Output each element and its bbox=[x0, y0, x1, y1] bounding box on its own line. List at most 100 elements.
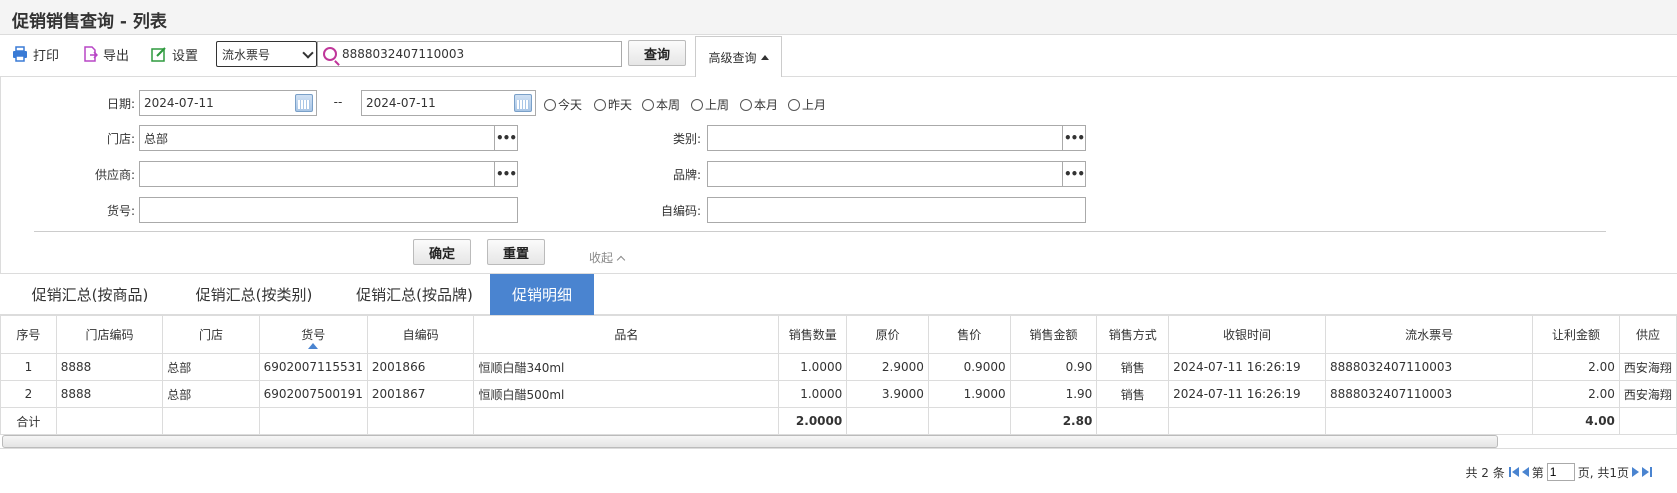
col-header-product-name[interactable]: 品名 bbox=[473, 315, 780, 354]
sort-asc-icon bbox=[308, 343, 319, 349]
more-button[interactable]: ••• bbox=[494, 126, 517, 150]
empty-cell bbox=[1324, 407, 1534, 435]
cell-qty: 1.0000 bbox=[778, 353, 848, 381]
settings-button[interactable]: 设置 bbox=[151, 44, 198, 64]
settings-label: 设置 bbox=[172, 48, 199, 64]
confirm-button[interactable]: 确定 bbox=[413, 239, 471, 265]
cell-supplier: 西安海翔 bbox=[1618, 353, 1677, 381]
col-header-item-no[interactable]: 货号 bbox=[258, 315, 368, 354]
tab-summary-by-brand[interactable]: 促销汇总(按品牌) bbox=[337, 274, 492, 315]
col-header-item-no-label: 货号 bbox=[301, 328, 326, 342]
col-header-sale-price[interactable]: 售价 bbox=[927, 315, 1011, 354]
radio-this-month[interactable]: 本月 bbox=[740, 96, 778, 113]
radio-last-week[interactable]: 上周 bbox=[691, 96, 729, 113]
page-number-input[interactable] bbox=[1546, 463, 1575, 481]
empty-cell bbox=[366, 407, 475, 435]
col-header-receipt-no[interactable]: 流水票号 bbox=[1324, 315, 1534, 354]
table-row[interactable]: 2 8888 总部 6902007500191 2001867 恒顺白醋500m… bbox=[0, 380, 1677, 408]
search-input[interactable]: 8888032407110003 bbox=[317, 41, 622, 67]
more-button[interactable]: ••• bbox=[1062, 126, 1085, 150]
brand-field[interactable]: ••• bbox=[707, 161, 1086, 187]
cell-item-no: 6902007500191 bbox=[258, 380, 368, 408]
cell-self-code: 2001867 bbox=[366, 380, 475, 408]
date-to-field[interactable]: 2024-07-11 bbox=[361, 90, 536, 116]
empty-cell bbox=[846, 407, 929, 435]
tab-summary-by-product[interactable]: 促销汇总(按商品) bbox=[12, 274, 168, 315]
data-table: 序号 门店编码 门店 货号 自编码 品名 销售数量 原价 售价 销售金额 销售方… bbox=[0, 315, 1677, 435]
brand-label: 品牌: bbox=[672, 168, 701, 182]
last-page-icon[interactable] bbox=[1642, 467, 1652, 477]
calendar-icon[interactable] bbox=[514, 94, 532, 112]
col-header-index[interactable]: 序号 bbox=[0, 315, 57, 354]
search-field-selected: 流水票号 bbox=[222, 47, 271, 62]
filter-divider bbox=[34, 231, 1606, 232]
date-from-field[interactable]: 2024-07-11 bbox=[139, 90, 317, 116]
reset-button[interactable]: 重置 bbox=[487, 239, 545, 265]
edit-settings-icon bbox=[151, 47, 166, 62]
col-header-orig-price[interactable]: 原价 bbox=[846, 315, 929, 354]
more-button[interactable]: ••• bbox=[1062, 162, 1085, 186]
advanced-query-toggle[interactable]: 高级查询 bbox=[695, 36, 782, 77]
cell-store-code: 8888 bbox=[55, 380, 164, 408]
tab-detail[interactable]: 促销明细 bbox=[490, 274, 594, 315]
col-header-store[interactable]: 门店 bbox=[162, 315, 260, 354]
cell-index: 2 bbox=[0, 380, 57, 408]
col-header-discount[interactable]: 让利金额 bbox=[1532, 315, 1620, 354]
total-count: 共 2 条 bbox=[1465, 465, 1505, 480]
next-page-icon[interactable] bbox=[1632, 467, 1639, 477]
radio-today[interactable]: 今天 bbox=[544, 96, 582, 113]
caret-up-icon bbox=[760, 54, 769, 60]
empty-cell bbox=[1618, 407, 1677, 435]
more-button[interactable]: ••• bbox=[494, 162, 517, 186]
cell-discount: 2.00 bbox=[1532, 353, 1620, 381]
col-header-self-code[interactable]: 自编码 bbox=[366, 315, 475, 354]
print-button[interactable]: 打印 bbox=[12, 44, 59, 64]
col-header-store-code[interactable]: 门店编码 bbox=[55, 315, 164, 354]
prev-page-icon[interactable] bbox=[1521, 467, 1529, 477]
table-row[interactable]: 1 8888 总部 6902007115531 2001866 恒顺白醋340m… bbox=[0, 353, 1677, 381]
cell-sale-method: 销售 bbox=[1096, 353, 1170, 381]
col-header-cashier-time[interactable]: 收银时间 bbox=[1168, 315, 1326, 354]
radio-label: 昨天 bbox=[608, 98, 633, 112]
col-header-supplier[interactable]: 供应 bbox=[1618, 315, 1677, 354]
col-header-amount[interactable]: 销售金额 bbox=[1009, 315, 1098, 354]
cell-item-no: 6902007115531 bbox=[258, 353, 368, 381]
self-code-field[interactable] bbox=[707, 197, 1086, 223]
search-field-select[interactable]: 流水票号 bbox=[216, 41, 317, 67]
empty-cell bbox=[258, 407, 368, 435]
col-header-qty[interactable]: 销售数量 bbox=[778, 315, 848, 354]
radio-last-month[interactable]: 上月 bbox=[788, 96, 826, 113]
first-page-icon[interactable] bbox=[1508, 467, 1519, 477]
item-no-field[interactable] bbox=[139, 197, 518, 223]
title-bar: 促销销售查询 - 列表 bbox=[0, 0, 1677, 35]
query-button[interactable]: 查询 bbox=[628, 40, 686, 66]
cell-sale-price: 0.9000 bbox=[927, 353, 1011, 381]
horizontal-scrollbar-thumb[interactable] bbox=[2, 435, 1498, 448]
radio-this-week[interactable]: 本周 bbox=[642, 96, 680, 113]
store-field[interactable]: 总部 ••• bbox=[139, 125, 518, 151]
radio-yesterday[interactable]: 昨天 bbox=[594, 96, 632, 113]
tab-summary-by-category[interactable]: 促销汇总(按类别) bbox=[174, 274, 334, 315]
empty-cell bbox=[473, 407, 780, 435]
col-header-sale-method[interactable]: 销售方式 bbox=[1096, 315, 1170, 354]
export-button[interactable]: 导出 bbox=[82, 44, 129, 64]
advanced-query-label: 高级查询 bbox=[708, 50, 757, 65]
chevron-up-icon bbox=[616, 255, 626, 264]
page-suffix: 页, 共1页 bbox=[1577, 465, 1629, 480]
empty-cell bbox=[1096, 407, 1170, 435]
cell-self-code: 2001866 bbox=[366, 353, 475, 381]
report-tabs: 促销汇总(按商品) 促销汇总(按类别) 促销汇总(按品牌) 促销明细 bbox=[0, 273, 1677, 315]
supplier-field[interactable]: ••• bbox=[139, 161, 518, 187]
cell-sale-method: 销售 bbox=[1096, 380, 1170, 408]
page-prefix: 第 bbox=[1531, 465, 1544, 480]
calendar-icon[interactable] bbox=[295, 94, 313, 112]
date-from-value: 2024-07-11 bbox=[144, 96, 214, 110]
category-field[interactable]: ••• bbox=[707, 125, 1086, 151]
cell-supplier: 西安海翔 bbox=[1618, 380, 1677, 408]
collapse-toggle[interactable]: 收起 bbox=[589, 249, 626, 266]
totals-row: 合计 2.0000 2.80 4.00 bbox=[0, 407, 1677, 435]
radio-label: 今天 bbox=[558, 98, 583, 112]
empty-cell bbox=[162, 407, 260, 435]
radio-label: 上周 bbox=[705, 98, 730, 112]
export-label: 导出 bbox=[103, 48, 130, 64]
